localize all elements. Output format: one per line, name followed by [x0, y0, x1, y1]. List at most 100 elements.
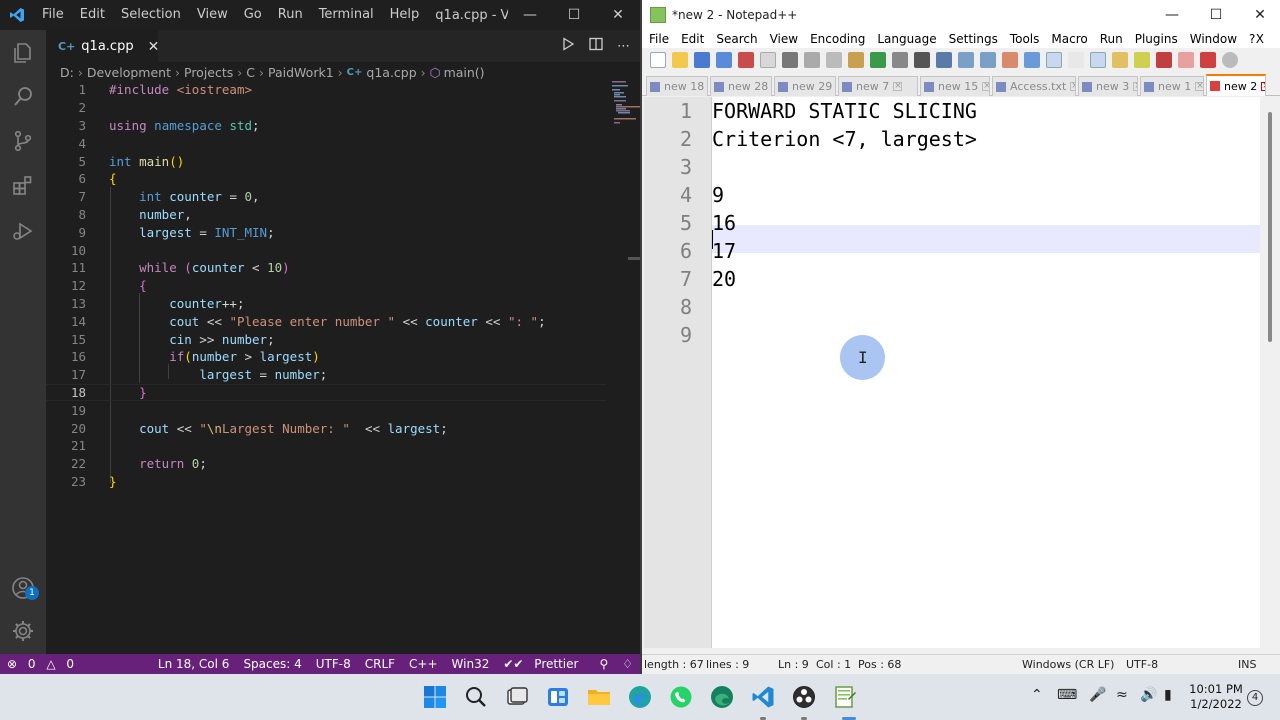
np-tab-access-txt[interactable]: Access.txt×	[992, 76, 1076, 96]
system-clock[interactable]: 10:01 PM 1/2/2022	[1188, 682, 1244, 712]
account-icon[interactable]	[0, 565, 46, 611]
np-menu-plugins[interactable]: Plugins	[1135, 32, 1178, 46]
platform-config[interactable]: Win32	[445, 657, 497, 671]
menu-view[interactable]: View	[189, 0, 236, 30]
cursor-position[interactable]: Ln 18, Col 6	[151, 657, 237, 671]
copy-icon[interactable]	[826, 52, 842, 68]
search-icon[interactable]	[464, 685, 488, 709]
np-menu-file[interactable]: File	[649, 32, 669, 46]
tab-q1a-cpp[interactable]: C+ q1a.cpp ✕	[46, 30, 160, 62]
np-menu-search[interactable]: Search	[716, 32, 757, 46]
np-tab-new-15[interactable]: new 15×	[920, 76, 990, 96]
close-document-icon[interactable]: X	[1256, 32, 1264, 46]
indentation[interactable]: Spaces: 4	[236, 657, 308, 671]
redo-icon[interactable]	[892, 52, 908, 68]
function-list-icon[interactable]	[1156, 52, 1172, 68]
undo-icon[interactable]	[870, 52, 886, 68]
prettier-status[interactable]: ✔✔ Prettier	[496, 657, 592, 671]
minimize-icon[interactable]: —	[508, 0, 552, 30]
search-icon[interactable]	[0, 74, 46, 120]
file-encoding[interactable]: UTF-8	[309, 657, 358, 671]
eol-format[interactable]: Windows (CR LF)	[1022, 658, 1114, 671]
print-icon[interactable]	[782, 52, 798, 68]
close-icon[interactable]: ✕	[596, 0, 640, 30]
np-tab-new-18[interactable]: new 18×	[646, 76, 708, 96]
zoom-in-icon[interactable]	[958, 52, 974, 68]
language-mode[interactable]: C++	[402, 657, 445, 671]
breadcrumb-development[interactable]: Development	[87, 65, 171, 80]
code-editor[interactable]: 1 #include <iostream> 2 3 using namespace …	[46, 81, 650, 654]
np-tab-new-7[interactable]: new 7 ×	[838, 76, 918, 96]
edge-dev-icon[interactable]	[710, 685, 734, 709]
keyboard-icon[interactable]: ⌨	[1057, 687, 1077, 703]
sync-vertical-icon[interactable]	[1002, 52, 1018, 68]
find-icon[interactable]	[914, 52, 930, 68]
breadcrumb-paidwork1[interactable]: PaidWork1	[268, 65, 334, 80]
task-view-icon[interactable]	[505, 685, 529, 709]
menu-file[interactable]: File	[34, 0, 72, 30]
run-icon[interactable]	[561, 37, 575, 55]
menu-help[interactable]: Help	[382, 0, 428, 30]
open-file-icon[interactable]	[672, 52, 688, 68]
breadcrumb-symbol[interactable]: main()	[444, 65, 485, 80]
breadcrumb-c[interactable]: C	[246, 65, 255, 80]
file-explorer-icon[interactable]	[587, 685, 611, 709]
np-tab-new-1[interactable]: new 1 ×	[1140, 76, 1204, 96]
record-macro-icon[interactable]	[1200, 52, 1216, 68]
define-language-icon[interactable]	[1112, 52, 1128, 68]
menu-edit[interactable]: Edit	[72, 0, 113, 30]
wifi-icon[interactable]: ≈	[1116, 687, 1128, 703]
tab-close-icon[interactable]: ×	[982, 82, 989, 91]
show-all-chars-icon[interactable]	[1068, 52, 1084, 68]
notepad-taskbar-icon[interactable]	[833, 685, 857, 709]
problems-indicator[interactable]: ⊗ 0 △ 0	[0, 657, 88, 671]
sync-horizontal-icon[interactable]	[1024, 52, 1040, 68]
np-menu-run[interactable]: Run	[1100, 32, 1123, 46]
np-tab-new-28[interactable]: new 28×	[710, 76, 772, 96]
paste-icon[interactable]	[848, 52, 864, 68]
split-editor-icon[interactable]	[589, 37, 603, 55]
maximize-icon[interactable]: ☐	[552, 0, 596, 30]
np-menu-encoding[interactable]: Encoding	[810, 32, 865, 46]
run-debug-icon[interactable]	[0, 208, 46, 254]
minimize-icon[interactable]: —	[1150, 7, 1194, 23]
np-tab-new-3[interactable]: new 3×	[1078, 76, 1138, 96]
tab-close-icon[interactable]: ✕	[148, 39, 160, 55]
breadcrumb-projects[interactable]: Projects	[184, 65, 233, 80]
breadcrumb-drive[interactable]: D:	[60, 65, 74, 80]
close-all-icon[interactable]	[760, 52, 776, 68]
start-windows-icon[interactable]	[423, 685, 447, 709]
widgets-icon[interactable]	[546, 685, 570, 709]
line-ending[interactable]: CRLF	[358, 657, 402, 671]
microphone-icon[interactable]: 🎤	[1089, 687, 1106, 703]
tab-close-icon[interactable]: ×	[893, 82, 903, 91]
notification-count-badge[interactable]: 4	[1247, 690, 1263, 706]
notepad-logo-icon[interactable]	[650, 7, 666, 23]
vscode-taskbar-icon[interactable]	[751, 685, 775, 709]
folder-workspace-icon[interactable]	[1178, 52, 1194, 68]
menu-terminal[interactable]: Terminal	[311, 0, 382, 30]
np-tab-new-29[interactable]: new 29×	[774, 76, 836, 96]
menu-selection[interactable]: Selection	[113, 0, 189, 30]
np-menu-view[interactable]: View	[770, 32, 798, 46]
feedback-icon[interactable]: ⚲	[592, 657, 615, 671]
save-all-icon[interactable]	[716, 52, 732, 68]
new-file-icon[interactable]	[650, 52, 666, 68]
cut-icon[interactable]	[804, 52, 820, 68]
explorer-icon[interactable]	[0, 30, 46, 76]
save-icon[interactable]	[694, 52, 710, 68]
stop-macro-icon[interactable]	[1222, 52, 1238, 68]
replace-icon[interactable]	[936, 52, 952, 68]
whatsapp-icon[interactable]	[669, 685, 693, 709]
np-menu-settings[interactable]: Settings	[949, 32, 998, 46]
menu-run[interactable]: Run	[270, 0, 311, 30]
close-file-icon[interactable]	[738, 52, 754, 68]
notifications-bell-icon[interactable]: ♢	[615, 657, 640, 671]
tab-close-icon[interactable]: ×	[1261, 81, 1265, 91]
word-wrap-icon[interactable]	[1046, 52, 1062, 68]
source-control-icon[interactable]	[0, 118, 46, 164]
scrollbar-thumb[interactable]	[1268, 112, 1272, 342]
doc-map-icon[interactable]	[1134, 52, 1150, 68]
np-menu-tools[interactable]: Tools	[1010, 32, 1040, 46]
np-menu-window[interactable]: Window	[1190, 32, 1237, 46]
